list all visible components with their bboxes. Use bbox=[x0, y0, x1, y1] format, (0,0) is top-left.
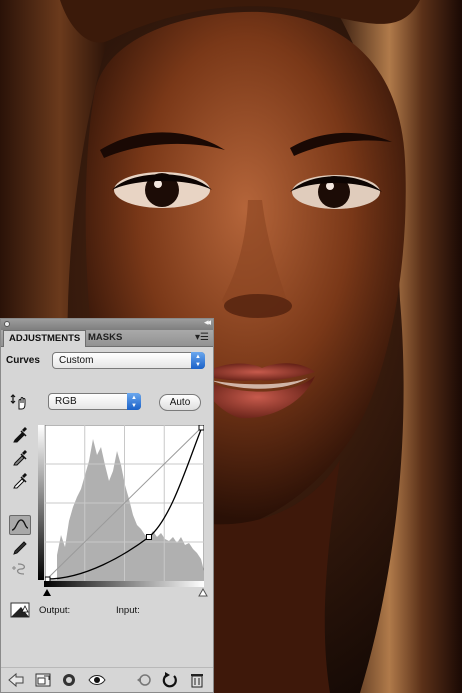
double-chevron-right-icon[interactable]: ◂◂ bbox=[204, 318, 211, 328]
input-label: Input: bbox=[116, 605, 140, 616]
input-gradient-bar bbox=[44, 581, 204, 587]
back-arrow-icon[interactable] bbox=[7, 672, 25, 688]
curve-point-mid bbox=[146, 534, 152, 540]
clipping-warning-icon[interactable] bbox=[10, 602, 30, 623]
eyedropper-white-icon[interactable] bbox=[9, 471, 31, 491]
curve-point-shadows bbox=[45, 576, 51, 581]
trash-icon[interactable] bbox=[189, 672, 205, 688]
curve-point-highlights bbox=[198, 425, 204, 431]
smooth-curve-icon[interactable] bbox=[9, 560, 31, 580]
previous-state-icon[interactable] bbox=[135, 672, 153, 688]
auto-button[interactable]: Auto bbox=[159, 394, 201, 411]
tab-masks[interactable]: MASKS bbox=[83, 330, 127, 346]
chevron-updown-icon: ▲ ▼ bbox=[191, 352, 205, 369]
curves-graph[interactable] bbox=[45, 425, 204, 581]
panel-menu-icon[interactable]: ▾☰ bbox=[195, 332, 209, 343]
tab-adjustments[interactable]: ADJUSTMENTS bbox=[3, 330, 87, 347]
pencil-draw-icon[interactable] bbox=[9, 539, 31, 559]
on-image-adjust-icon[interactable] bbox=[9, 393, 31, 413]
expand-view-icon[interactable] bbox=[35, 672, 53, 688]
eyedropper-gray-icon[interactable] bbox=[9, 448, 31, 468]
channel-select[interactable]: RGB ▲ ▼ bbox=[48, 393, 141, 410]
preset-select[interactable]: Custom ▲ ▼ bbox=[52, 352, 205, 369]
adjustments-panel: ◂◂ ADJUSTMENTS MASKS ▾☰ Curves Custom ▲ ▼… bbox=[0, 318, 214, 693]
curve-point-icon[interactable] bbox=[9, 515, 31, 535]
channel-select-value: RGB bbox=[55, 396, 77, 407]
input-sliders[interactable] bbox=[41, 588, 211, 598]
preset-select-value: Custom bbox=[59, 355, 94, 366]
panel-bottom-toolbar bbox=[1, 667, 213, 693]
eyedropper-black-icon[interactable] bbox=[9, 425, 31, 445]
visibility-eye-icon[interactable] bbox=[88, 672, 106, 688]
clip-to-layer-icon[interactable] bbox=[62, 672, 76, 688]
close-icon[interactable] bbox=[4, 321, 10, 327]
black-point-slider bbox=[43, 589, 51, 596]
reset-icon[interactable] bbox=[162, 672, 178, 688]
output-label: Output: bbox=[39, 605, 71, 616]
chevron-updown-icon: ▲ ▼ bbox=[127, 393, 141, 410]
panel-titlebar[interactable]: ◂◂ bbox=[1, 318, 213, 330]
output-gradient-bar bbox=[38, 425, 44, 580]
adjustment-type-label: Curves bbox=[6, 355, 40, 366]
white-point-slider bbox=[198, 588, 208, 597]
panel-tabbar: ADJUSTMENTS MASKS ▾☰ bbox=[1, 330, 213, 347]
